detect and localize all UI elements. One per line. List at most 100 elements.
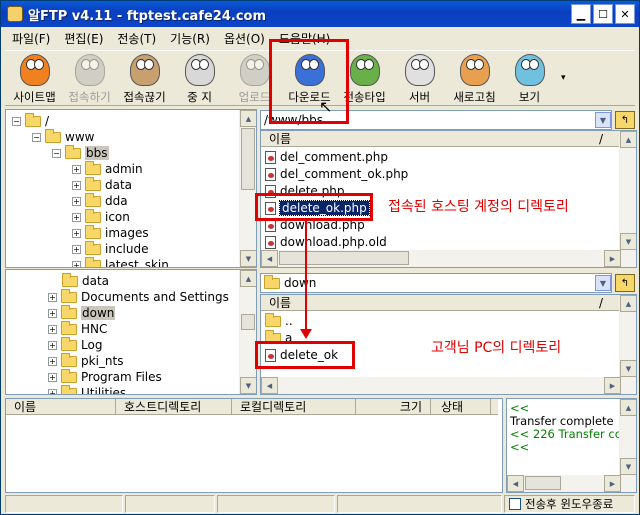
file-row[interactable]: .. (265, 312, 293, 329)
tree-node[interactable]: + Log (48, 336, 102, 353)
expand-icon[interactable]: + (48, 356, 57, 366)
checkbox[interactable] (509, 498, 521, 510)
remote-file-hscrollbar[interactable]: ◀ ▶ (261, 250, 621, 267)
chevron-down-icon[interactable]: ▼ (595, 112, 611, 128)
toolbar-disconnect-button[interactable]: 접속끊기 (117, 51, 172, 107)
tree-node[interactable]: + pki_nts (48, 352, 123, 369)
scroll-right-icon[interactable]: ▶ (604, 377, 621, 394)
local-folder-tree[interactable]: + Utilities + Program Files + pki_nts + Log + HNC… (5, 269, 257, 395)
tree-node[interactable]: + down (48, 304, 116, 321)
maximize-button[interactable]: ☐ (593, 4, 613, 24)
toolbar-refresh-button[interactable]: 새로고침 (447, 51, 502, 107)
expand-icon[interactable]: + (72, 180, 81, 190)
log-scrollbar[interactable]: ▲ ▼ (619, 399, 636, 492)
menu-edit[interactable]: 편집(E) (57, 30, 110, 47)
menu-transfer[interactable]: 전송(T) (110, 30, 163, 47)
remote-file-scrollbar[interactable]: ▲ ▼ (619, 131, 636, 267)
scroll-right-icon[interactable]: ▶ (604, 475, 621, 492)
log-panel[interactable]: << << 226 Transfer cor Transfer complete <<… (506, 398, 637, 493)
expand-icon[interactable]: + (72, 244, 81, 254)
toolbar-connect-button[interactable]: 접속하기 (62, 51, 117, 107)
menu-file[interactable]: 파일(F) (5, 30, 57, 47)
scroll-down-icon[interactable]: ▼ (620, 233, 636, 250)
scroll-thumb[interactable] (241, 314, 255, 330)
menu-options[interactable]: 옵션(O) (217, 30, 272, 47)
tree-node[interactable]: + Program Files (48, 368, 162, 385)
tree-node[interactable]: − bbs (52, 144, 109, 161)
expand-icon[interactable]: + (72, 212, 81, 222)
tree-node[interactable]: data (62, 272, 109, 289)
tree-node[interactable]: + include (72, 240, 148, 257)
parent-folder-icon[interactable]: ↰ (615, 111, 635, 129)
scroll-down-icon[interactable]: ▼ (620, 458, 636, 475)
expand-icon[interactable]: − (52, 148, 61, 158)
chevron-down-icon[interactable]: ▼ (595, 275, 611, 291)
tree-node[interactable]: + icon (72, 208, 130, 225)
scroll-thumb[interactable] (241, 128, 255, 190)
tree-node[interactable]: + Documents and Settings (48, 288, 229, 305)
expand-icon[interactable]: + (48, 388, 57, 394)
expand-icon[interactable]: + (48, 324, 57, 334)
scroll-left-icon[interactable]: ◀ (507, 475, 524, 492)
local-file-hscrollbar[interactable]: ◀ ▶ (261, 377, 621, 394)
tree-node[interactable]: + admin (72, 160, 143, 177)
log-hscrollbar[interactable]: ◀ ▶ (507, 475, 621, 492)
scroll-left-icon[interactable]: ◀ (261, 250, 278, 267)
file-row[interactable]: download.php.old (265, 234, 387, 250)
file-row[interactable]: del_comment.php (265, 149, 388, 165)
tree-node[interactable]: + Utilities (48, 384, 126, 394)
column-name[interactable]: 이름 (269, 131, 291, 147)
expand-icon[interactable]: + (48, 372, 57, 382)
tree-node[interactable]: + dda (72, 192, 128, 209)
scroll-thumb[interactable] (525, 476, 561, 490)
tree-node[interactable]: + data (72, 176, 132, 193)
scroll-down-icon[interactable]: ▼ (240, 250, 256, 267)
close-button[interactable]: ✕ (615, 4, 635, 24)
queue-col-local-dir[interactable]: 로컬디렉토리 (232, 399, 356, 415)
queue-col-status[interactable]: 상태 (431, 399, 491, 415)
expand-icon[interactable]: + (48, 292, 57, 302)
local-file-scrollbar[interactable]: ▲ ▼ (619, 295, 636, 394)
queue-col-size[interactable]: 크기 (356, 399, 431, 415)
scroll-thumb[interactable] (279, 251, 409, 265)
scroll-up-icon[interactable]: ▲ (240, 110, 256, 127)
scroll-right-icon[interactable]: ▶ (604, 250, 621, 267)
scroll-up-icon[interactable]: ▲ (620, 131, 636, 148)
expand-icon[interactable]: − (32, 132, 41, 142)
menu-function[interactable]: 기능(R) (163, 30, 217, 47)
scroll-up-icon[interactable]: ▲ (620, 399, 636, 416)
queue-col-host-dir[interactable]: 호스트디렉토리 (116, 399, 232, 415)
expand-icon[interactable]: − (12, 116, 21, 126)
scroll-down-icon[interactable]: ▼ (620, 360, 636, 377)
expand-icon[interactable]: + (72, 196, 81, 206)
remote-folder-tree[interactable]: + latest_skin + include + images + icon + dda + dat… (5, 109, 257, 268)
expand-icon[interactable]: + (72, 164, 81, 174)
scroll-up-icon[interactable]: ▲ (620, 295, 636, 312)
tree-node[interactable]: + images (72, 224, 149, 241)
expand-icon[interactable]: + (72, 260, 81, 267)
remote-tree-scrollbar[interactable]: ▲ ▼ (239, 110, 256, 267)
expand-icon[interactable]: + (72, 228, 81, 238)
column-name[interactable]: 이름 (269, 295, 291, 311)
expand-icon[interactable]: + (48, 308, 57, 318)
minimize-button[interactable]: ▁ (571, 4, 591, 24)
scroll-down-icon[interactable]: ▼ (240, 377, 256, 394)
tree-node[interactable]: − / (12, 112, 49, 129)
queue-col-name[interactable]: 이름 (6, 399, 116, 415)
tree-node[interactable]: + HNC (48, 320, 107, 337)
expand-icon[interactable]: + (48, 340, 57, 350)
toolbar-view-button[interactable]: 보기 (502, 51, 557, 107)
close-after-transfer-toggle[interactable]: 전송후 윈도우종료 (504, 495, 635, 513)
toolbar-stop-button[interactable]: 중 지 (172, 51, 227, 107)
tree-node[interactable]: − www (32, 128, 94, 145)
file-row[interactable]: del_comment_ok.php (265, 166, 408, 182)
scroll-up-icon[interactable]: ▲ (240, 270, 256, 287)
tree-node[interactable]: + latest_skin (72, 256, 169, 267)
toolbar-sitemap-button[interactable]: 사이트맵 (7, 51, 62, 107)
scroll-left-icon[interactable]: ◀ (261, 377, 278, 394)
local-path-combo[interactable]: down (260, 273, 612, 293)
toolbar-more-icon[interactable]: ▾ (561, 73, 566, 105)
parent-folder-icon[interactable]: ↰ (615, 274, 635, 292)
transfer-queue[interactable]: 이름 호스트디렉토리 로컬디렉토리 크기 상태 (5, 398, 503, 493)
toolbar-server-button[interactable]: 서버 (392, 51, 447, 107)
